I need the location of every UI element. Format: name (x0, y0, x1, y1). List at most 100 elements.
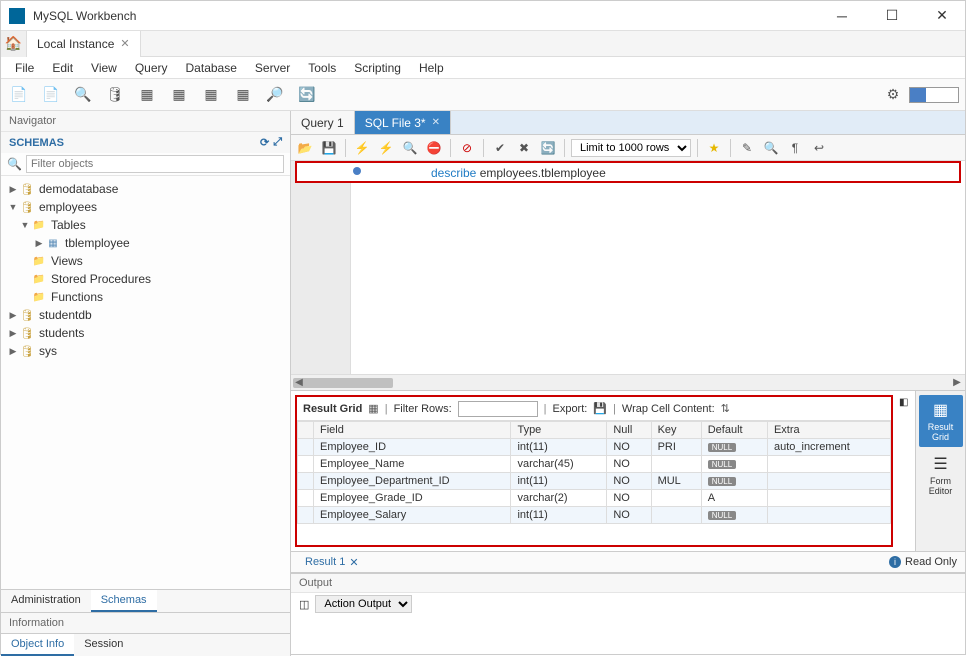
menu-database[interactable]: Database (178, 59, 245, 77)
table-row[interactable]: Employee_Grade_IDvarchar(2)NOA (298, 490, 891, 507)
tree-item-studentdb[interactable]: ▶studentdb (1, 306, 290, 324)
toggle-icon[interactable]: ⊘ (457, 138, 477, 158)
refresh-icon[interactable]: ⟳ (260, 136, 269, 149)
execute-current-icon[interactable]: ⚡ (376, 138, 396, 158)
home-icon[interactable]: 🏠 (1, 31, 27, 57)
tree-item-students[interactable]: ▶students (1, 324, 290, 342)
close-icon[interactable]: ✕ (432, 117, 440, 128)
inspector-icon[interactable]: 🔍 (71, 83, 95, 107)
add-schema-icon[interactable]: 🛢 (103, 83, 127, 107)
tab-administration[interactable]: Administration (1, 590, 91, 612)
toggle-left-panel[interactable] (910, 88, 926, 102)
tab-result1[interactable]: Result 1✕ (299, 556, 365, 569)
stop-icon[interactable]: ⛔ (424, 138, 444, 158)
add-function-icon[interactable]: ▦ (231, 83, 255, 107)
menu-file[interactable]: File (7, 59, 42, 77)
export-icon[interactable]: 💾 (593, 402, 607, 415)
filter-input[interactable] (26, 155, 284, 173)
tab-session[interactable]: Session (74, 634, 133, 656)
commit-icon[interactable]: ✔ (490, 138, 510, 158)
add-view-icon[interactable]: ▦ (167, 83, 191, 107)
scroll-right-icon[interactable]: ▶ (949, 377, 965, 388)
menu-query[interactable]: Query (127, 59, 176, 77)
menu-scripting[interactable]: Scripting (346, 59, 409, 77)
execute-icon[interactable]: ⚡ (352, 138, 372, 158)
find-icon[interactable]: 🔍 (761, 138, 781, 158)
col-default[interactable]: Default (701, 422, 767, 439)
col-null[interactable]: Null (607, 422, 651, 439)
wrap-icon[interactable]: ↩ (809, 138, 829, 158)
minimize-button[interactable]: ─ (827, 1, 857, 31)
col-key[interactable]: Key (651, 422, 701, 439)
database-icon (19, 308, 35, 322)
tab-query1[interactable]: Query 1 (291, 111, 355, 134)
table-header-row: Field Type Null Key Default Extra (298, 422, 891, 439)
wrap-cell-icon[interactable]: ⇅ (721, 402, 730, 415)
settings-icon[interactable]: ⚙ (881, 83, 905, 107)
sql-editor[interactable]: 1 describe employees.tblemployee ◀ ▶ (291, 161, 965, 391)
connection-tab[interactable]: Local Instance ✕ (27, 31, 141, 57)
grid-view-icon[interactable]: ▦ (368, 402, 378, 415)
scrollbar-thumb[interactable] (293, 378, 393, 388)
beautify-icon[interactable]: ✎ (737, 138, 757, 158)
open-file-icon[interactable]: 📂 (295, 138, 315, 158)
add-procedure-icon[interactable]: ▦ (199, 83, 223, 107)
star-icon[interactable]: ★ (704, 138, 724, 158)
col-extra[interactable]: Extra (767, 422, 890, 439)
side-result-grid[interactable]: ▦ Result Grid (919, 395, 963, 447)
tree-item-functions[interactable]: Functions (1, 288, 290, 306)
schemas-header: SCHEMAS ⟳ ⤢ (1, 132, 290, 153)
tree-item-views[interactable]: Views (1, 252, 290, 270)
limit-select[interactable]: Limit to 1000 rows (571, 139, 691, 157)
tree-item-tblemployee[interactable]: ▶tblemployee (1, 234, 290, 252)
filter-rows-input[interactable] (458, 401, 538, 417)
table-row[interactable]: Employee_Salaryint(11)NONULL (298, 507, 891, 524)
table-row[interactable]: Employee_Department_IDint(11)NOMULNULL (298, 473, 891, 490)
close-icon[interactable]: ✕ (349, 556, 358, 569)
menu-view[interactable]: View (83, 59, 125, 77)
col-type[interactable]: Type (511, 422, 607, 439)
rollback-icon[interactable]: ✖ (514, 138, 534, 158)
toggle-right-panel[interactable] (942, 88, 958, 102)
tree-item-demodatabase[interactable]: ▶demodatabase (1, 180, 290, 198)
output-select[interactable]: Action Output (315, 595, 412, 613)
add-table-icon[interactable]: ▦ (135, 83, 159, 107)
open-sql-icon[interactable]: 📄 (39, 83, 63, 107)
save-icon[interactable]: 💾 (319, 138, 339, 158)
tab-sqlfile3[interactable]: SQL File 3*✕ (355, 111, 451, 134)
tab-schemas[interactable]: Schemas (91, 590, 157, 612)
horizontal-scrollbar[interactable]: ◀ ▶ (291, 374, 965, 390)
toggle-whitespace-icon[interactable]: ¶ (785, 138, 805, 158)
menu-help[interactable]: Help (411, 59, 452, 77)
close-icon[interactable]: ✕ (120, 37, 129, 50)
tree-item-employees[interactable]: ▼employees (1, 198, 290, 216)
table-row[interactable]: Employee_IDint(11)NOPRINULLauto_incremen… (298, 439, 891, 456)
autocommit-icon[interactable]: 🔄 (538, 138, 558, 158)
col-field[interactable]: Field (314, 422, 511, 439)
result-grid-panel: Result Grid ▦ | Filter Rows: | Export: 💾… (295, 395, 893, 547)
wrap-label: Wrap Cell Content: (622, 403, 715, 415)
menu-tools[interactable]: Tools (300, 59, 344, 77)
maximize-button[interactable]: ☐ (877, 1, 907, 31)
scroll-left-icon[interactable]: ◀ (291, 377, 307, 388)
side-form-editor[interactable]: ☰ Form Editor (919, 449, 963, 501)
schemas-label: SCHEMAS (9, 137, 64, 149)
tree-item-sys[interactable]: ▶sys (1, 342, 290, 360)
connection-tab-label: Local Instance (37, 37, 114, 51)
explain-icon[interactable]: 🔍 (400, 138, 420, 158)
search-table-icon[interactable]: 🔎 (263, 83, 287, 107)
menu-edit[interactable]: Edit (44, 59, 81, 77)
panel-toggle-icon[interactable]: ◧ (899, 397, 908, 408)
tree-item-stored-procedures[interactable]: Stored Procedures (1, 270, 290, 288)
export-label: Export: (552, 403, 587, 415)
toggle-bottom-panel[interactable] (926, 88, 942, 102)
menu-server[interactable]: Server (247, 59, 298, 77)
tree-item-tables[interactable]: ▼Tables (1, 216, 290, 234)
new-sql-tab-icon[interactable]: 📄 (7, 83, 31, 107)
table-row[interactable]: Employee_Namevarchar(45)NONULL (298, 456, 891, 473)
content-area: Query 1 SQL File 3*✕ 📂 💾 ⚡ ⚡ 🔍 ⛔ ⊘ ✔ ✖ 🔄… (291, 111, 965, 656)
close-button[interactable]: ✕ (927, 1, 957, 31)
tab-object-info[interactable]: Object Info (1, 634, 74, 656)
expand-icon[interactable]: ⤢ (273, 136, 282, 149)
reconnect-icon[interactable]: 🔄 (295, 83, 319, 107)
